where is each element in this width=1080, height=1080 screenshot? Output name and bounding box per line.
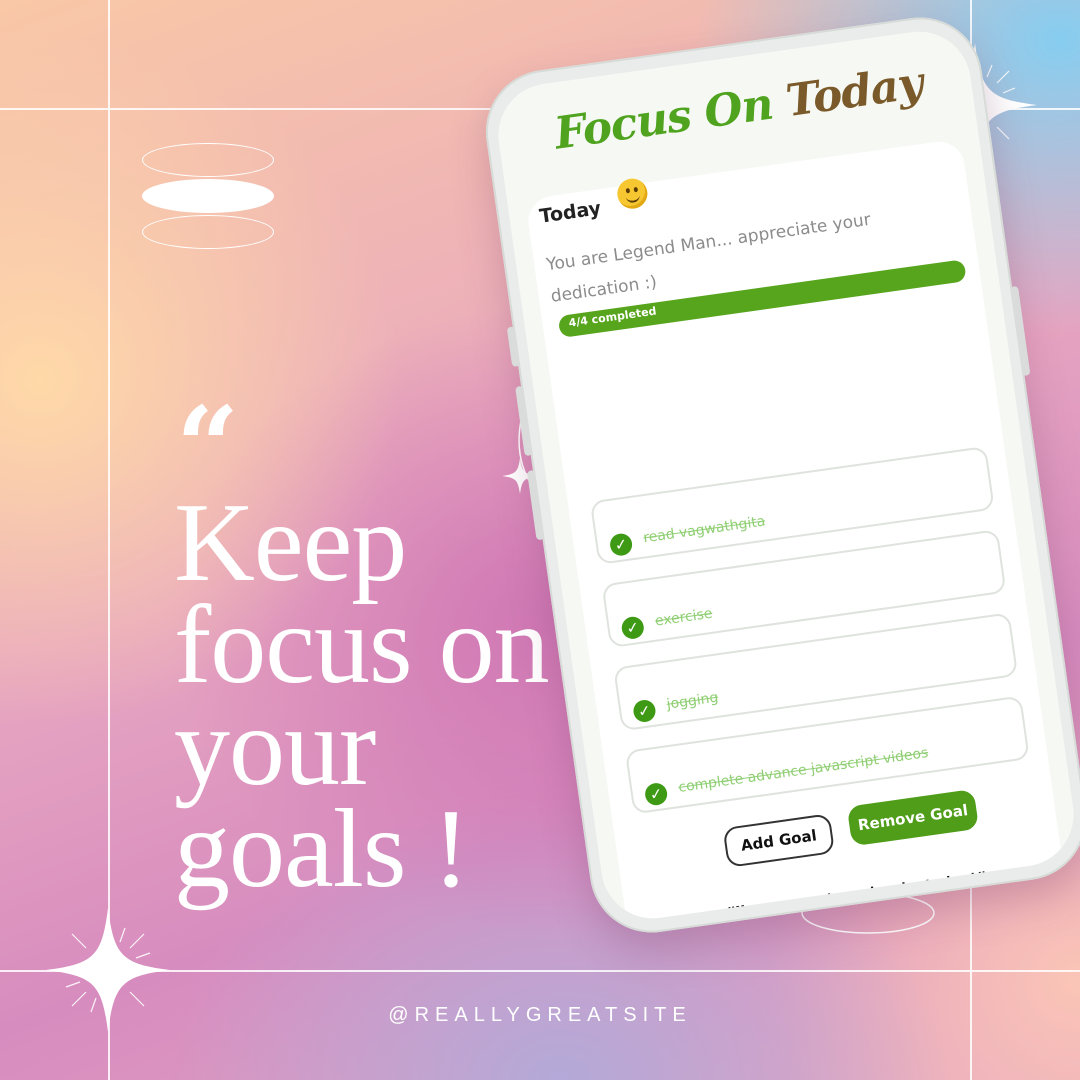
headline-line: your	[174, 685, 376, 809]
app-title-focus: Focus	[551, 90, 694, 160]
goal-text: read vagwathgita	[642, 513, 767, 547]
headline-line: focus on	[174, 583, 550, 707]
goal-text: jogging	[665, 689, 720, 713]
check-icon[interactable]: ✓	[643, 781, 669, 807]
check-icon[interactable]: ✓	[620, 615, 646, 641]
app-title-today: Today	[782, 57, 926, 128]
app-title-on: On	[701, 78, 776, 139]
site-handle: @REALLYGREATSITE	[388, 1004, 692, 1026]
check-icon[interactable]: ✓	[608, 532, 634, 558]
headline-line: goals !	[174, 787, 470, 911]
goal-text: exercise	[654, 605, 714, 630]
check-icon[interactable]: ✓	[632, 698, 657, 724]
